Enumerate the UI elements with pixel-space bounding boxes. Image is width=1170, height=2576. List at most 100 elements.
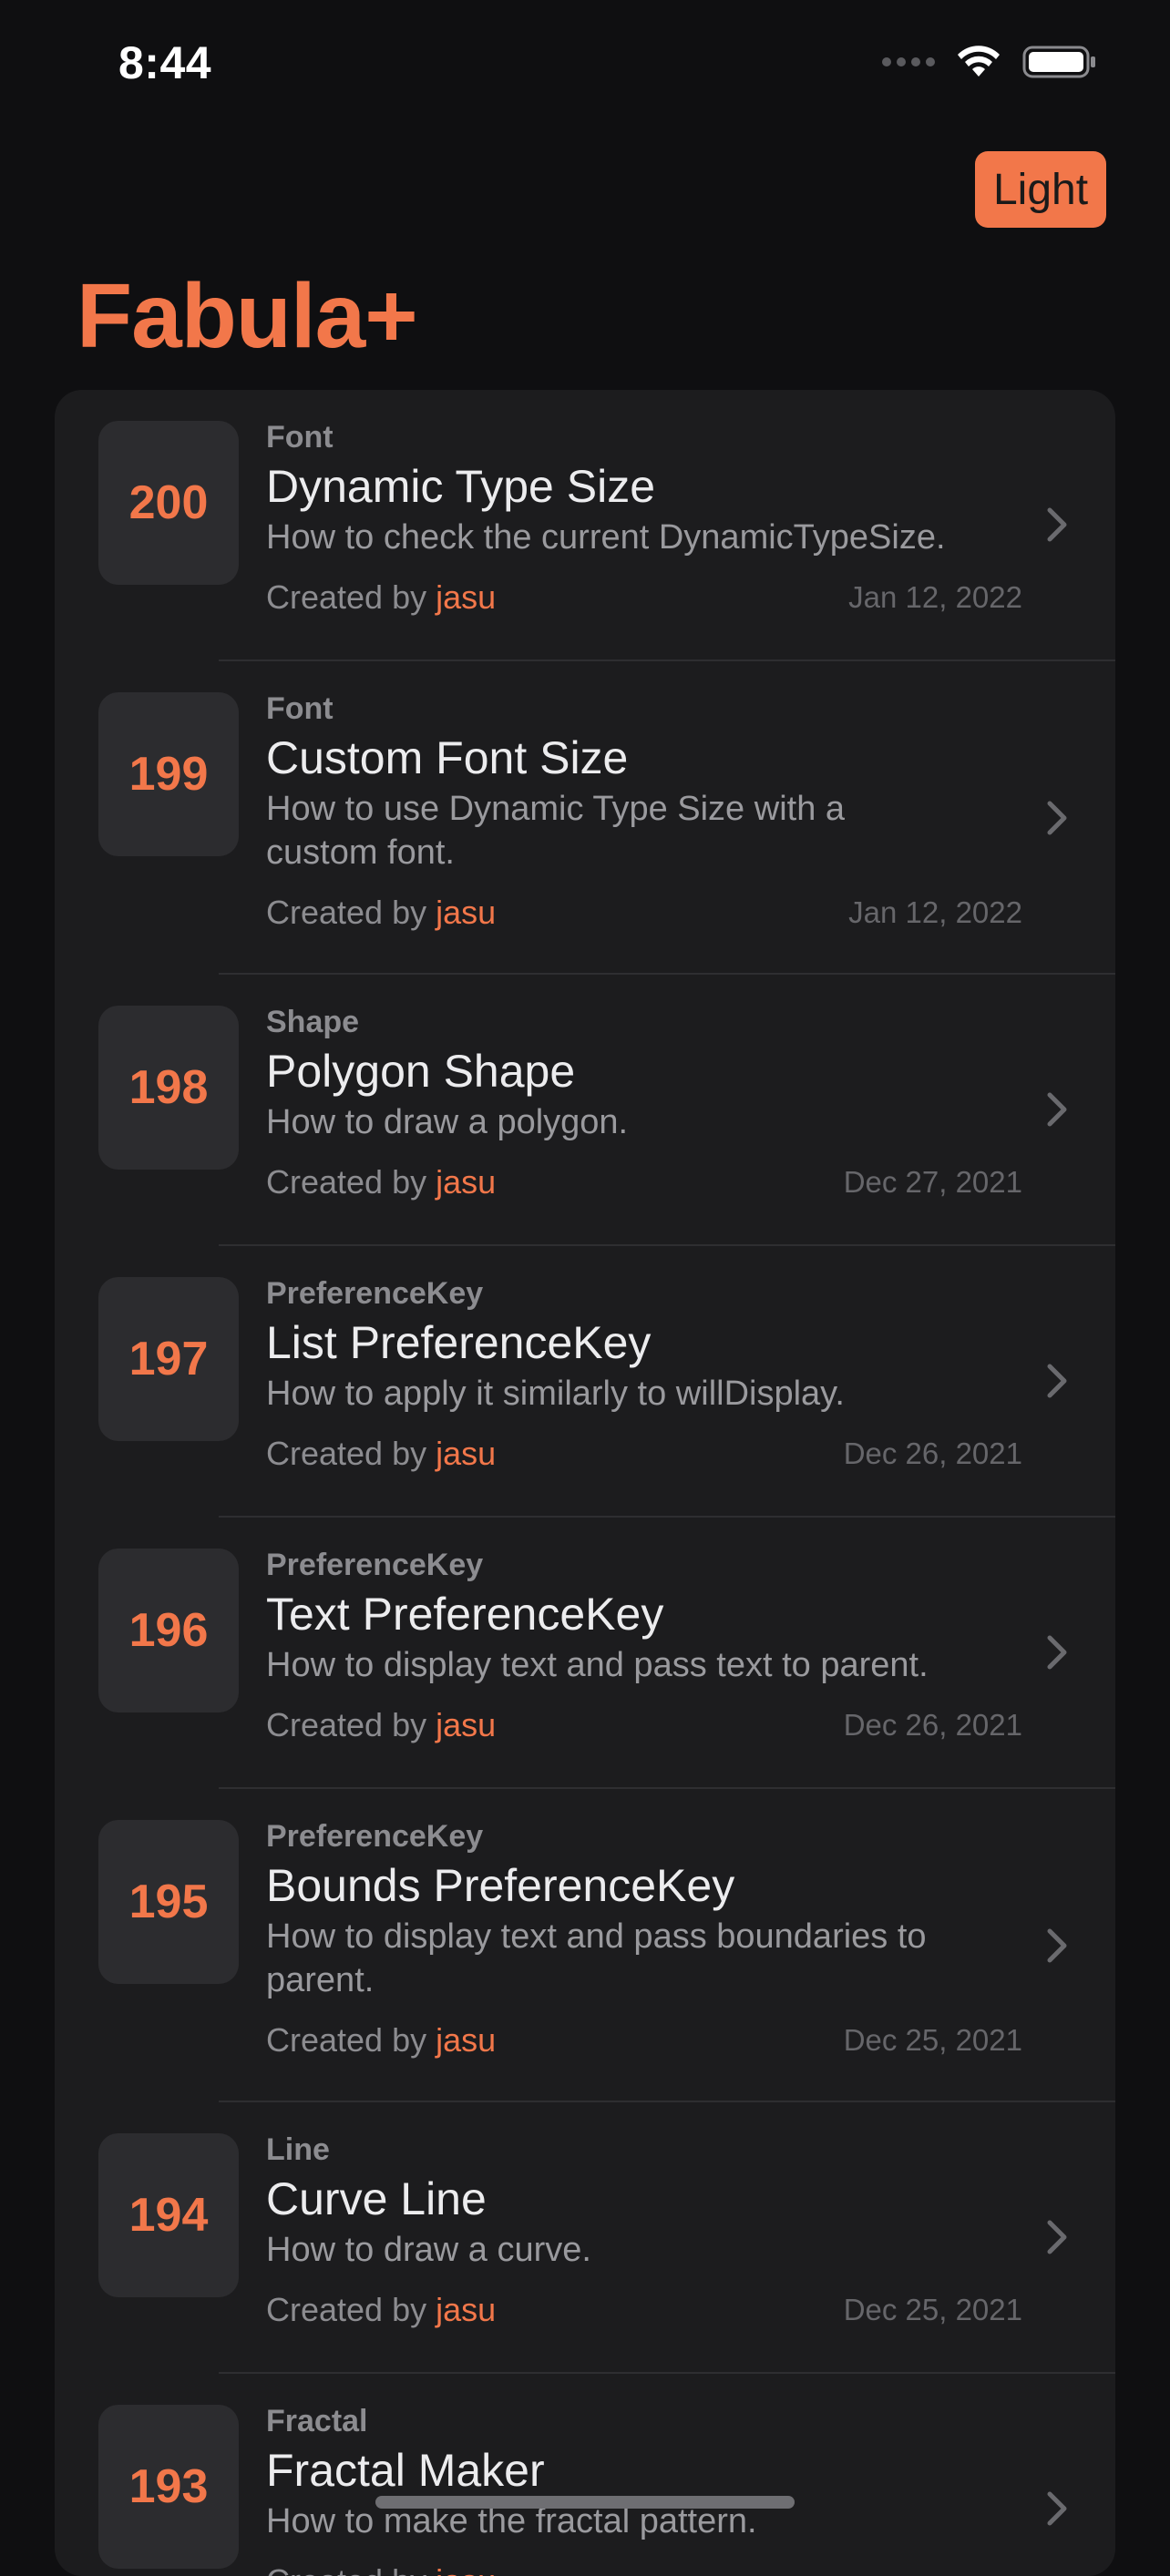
item-number-badge: 198	[98, 1006, 239, 1170]
item-title: Dynamic Type Size	[266, 461, 656, 512]
item-description: How to apply it similarly to willDisplay…	[266, 1375, 845, 1413]
item-author[interactable]: jasu	[436, 1163, 496, 1201]
item-meta: Created by jasu Dec 25, 2021	[266, 2290, 1022, 2330]
created-by-label: Created by	[266, 2291, 427, 2328]
item-description: How to draw a curve.	[266, 2231, 591, 2269]
list-item[interactable]: 196 PreferenceKey Text PreferenceKey How…	[55, 1518, 1115, 1789]
item-category: Shape	[266, 1005, 360, 1039]
item-category: PreferenceKey	[266, 1276, 484, 1311]
item-content: Line Curve Line How to draw a curve. Cre…	[266, 2131, 1022, 2330]
list-item[interactable]: 198 Shape Polygon Shape How to draw a po…	[55, 975, 1115, 1246]
item-content: Shape Polygon Shape How to draw a polygo…	[266, 1004, 1022, 1202]
item-number-badge: 197	[98, 1277, 239, 1441]
item-content: PreferenceKey Text PreferenceKey How to …	[266, 1547, 1022, 1745]
item-author-line: Created by jasu	[266, 893, 496, 933]
item-content: Font Custom Font Size How to use Dynamic…	[266, 690, 1022, 933]
item-number-badge: 195	[98, 1820, 239, 1984]
chevron-right-icon	[1047, 1635, 1067, 1670]
chevron-right-icon	[1047, 1092, 1067, 1127]
item-author-line: Created by jasu	[266, 2561, 496, 2576]
item-author-line: Created by jasu	[266, 2020, 496, 2060]
created-by-label: Created by	[266, 2562, 426, 2576]
item-date: Dec 27, 2021	[843, 1165, 1022, 1199]
item-category: Fractal	[266, 2404, 368, 2438]
wifi-icon	[958, 46, 1000, 77]
item-description: How to draw a polygon.	[266, 1103, 629, 1141]
example-list: 200 Font Dynamic Type Size How to check …	[55, 390, 1115, 2576]
item-meta: Created by jasu Jan 12, 2022	[266, 578, 1022, 618]
created-by-label: Created by	[266, 578, 427, 616]
item-date: Jan 12, 2022	[848, 895, 1022, 929]
cellular-signal-icon	[882, 57, 935, 66]
list-item[interactable]: 194 Line Curve Line How to draw a curve.…	[55, 2102, 1115, 2374]
list-item[interactable]: 200 Font Dynamic Type Size How to check …	[55, 390, 1115, 661]
home-indicator[interactable]	[375, 2496, 795, 2509]
chevron-right-icon	[1047, 2491, 1067, 2526]
status-icons	[882, 44, 1097, 80]
item-meta: Created by jasu	[266, 2561, 1022, 2576]
list-item[interactable]: 193 Fractal Fractal Maker How to make th…	[55, 2374, 1115, 2576]
item-title: Polygon Shape	[266, 1046, 576, 1097]
item-meta: Created by jasu Dec 27, 2021	[266, 1162, 1022, 1202]
item-title: Curve Line	[266, 2173, 487, 2224]
status-time: 8:44	[118, 37, 212, 88]
battery-icon	[1022, 46, 1095, 78]
item-date: Jan 12, 2022	[848, 580, 1022, 614]
status-bar: 8:44	[0, 0, 1170, 137]
item-author[interactable]: jasu	[436, 2562, 496, 2576]
item-author-line: Created by jasu	[266, 1434, 496, 1474]
chevron-right-icon	[1047, 507, 1067, 542]
item-number-badge: 199	[98, 692, 239, 856]
item-author-line: Created by jasu	[266, 2290, 496, 2330]
item-description: How to display text and pass text to par…	[266, 1646, 929, 1684]
item-author[interactable]: jasu	[436, 894, 496, 931]
list-item[interactable]: 197 PreferenceKey List PreferenceKey How…	[55, 1246, 1115, 1518]
created-by-label: Created by	[266, 1163, 427, 1201]
item-author[interactable]: jasu	[436, 2291, 496, 2328]
item-title: Fractal Maker	[266, 2445, 545, 2496]
item-author[interactable]: jasu	[436, 578, 496, 616]
item-title: Bounds PreferenceKey	[266, 1860, 735, 1911]
list-item[interactable]: 195 PreferenceKey Bounds PreferenceKey H…	[55, 1789, 1115, 2102]
item-content: PreferenceKey List PreferenceKey How to …	[266, 1275, 1022, 1474]
item-author-line: Created by jasu	[266, 1705, 496, 1745]
item-number-badge: 194	[98, 2133, 239, 2297]
page-title: Fabula+	[77, 265, 418, 367]
item-description: How to display text and pass boundaries …	[266, 1917, 927, 1999]
item-meta: Created by jasu Dec 26, 2021	[266, 1705, 1022, 1745]
item-author[interactable]: jasu	[436, 1706, 496, 1743]
item-category: Font	[266, 420, 334, 455]
created-by-label: Created by	[266, 894, 427, 931]
item-category: Line	[266, 2132, 330, 2167]
item-content: Fractal Fractal Maker How to make the fr…	[266, 2403, 1022, 2576]
created-by-label: Created by	[266, 1706, 427, 1743]
item-meta: Created by jasu Dec 25, 2021	[266, 2020, 1022, 2060]
item-content: PreferenceKey Bounds PreferenceKey How t…	[266, 1818, 1022, 2060]
created-by-label: Created by	[266, 1435, 427, 1472]
light-mode-button[interactable]: Light	[975, 151, 1106, 228]
item-meta: Created by jasu Jan 12, 2022	[266, 893, 1022, 933]
item-description: How to use Dynamic Type Size with a cust…	[266, 790, 846, 872]
item-content: Font Dynamic Type Size How to check the …	[266, 419, 1022, 618]
chevron-right-icon	[1047, 1928, 1067, 1963]
chevron-right-icon	[1047, 2220, 1067, 2254]
item-title: Text PreferenceKey	[266, 1589, 664, 1640]
item-date: Dec 25, 2021	[843, 2023, 1022, 2057]
item-author[interactable]: jasu	[436, 2021, 496, 2059]
item-date: Dec 26, 2021	[843, 1708, 1022, 1742]
item-category: PreferenceKey	[266, 1548, 484, 1582]
created-by-label: Created by	[266, 2021, 427, 2059]
item-number-badge: 200	[98, 421, 239, 585]
item-category: PreferenceKey	[266, 1819, 484, 1854]
item-title: Custom Font Size	[266, 732, 629, 783]
item-meta: Created by jasu Dec 26, 2021	[266, 1434, 1022, 1474]
item-number-badge: 196	[98, 1549, 239, 1712]
chevron-right-icon	[1047, 1364, 1067, 1398]
item-title: List PreferenceKey	[266, 1317, 652, 1368]
item-author-line: Created by jasu	[266, 1162, 496, 1202]
item-author[interactable]: jasu	[436, 1435, 496, 1472]
chevron-right-icon	[1047, 801, 1067, 835]
item-date: Dec 26, 2021	[843, 1436, 1022, 1470]
list-item[interactable]: 199 Font Custom Font Size How to use Dyn…	[55, 661, 1115, 975]
item-date: Dec 25, 2021	[843, 2293, 1022, 2326]
